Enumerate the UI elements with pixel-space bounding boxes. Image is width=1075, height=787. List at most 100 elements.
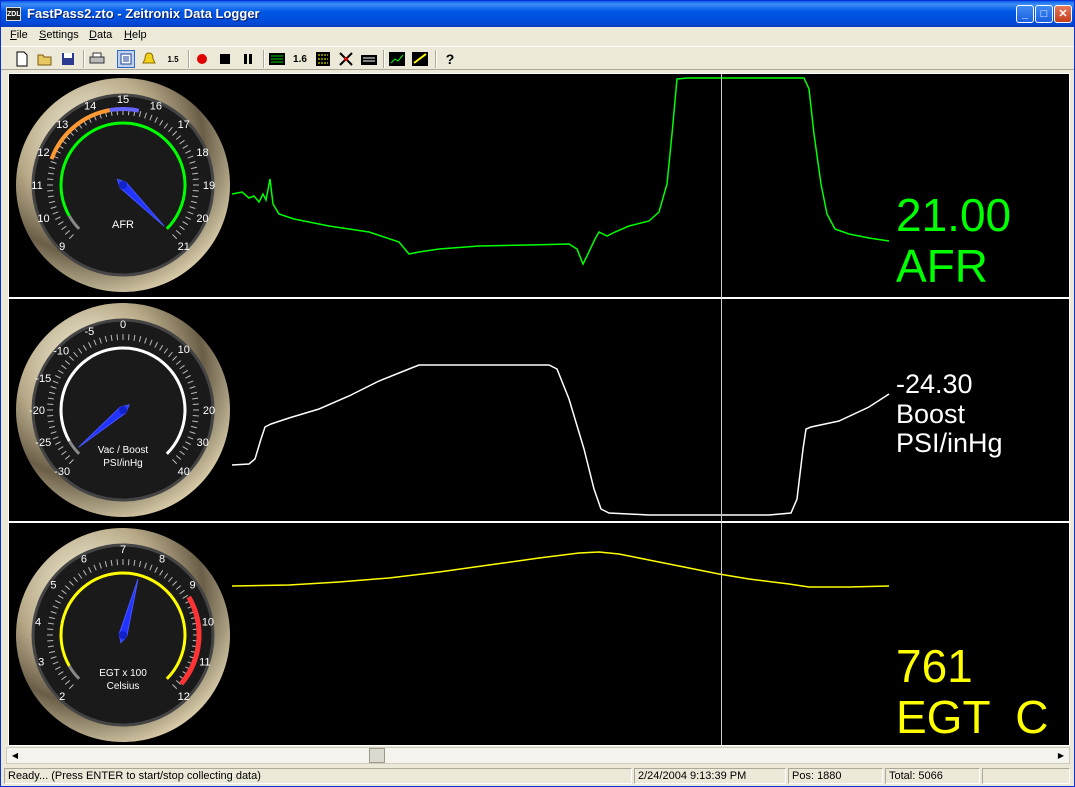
gauge-tick-label: 11 <box>31 180 42 192</box>
gauge-tick-label: 9 <box>59 241 65 253</box>
position-cursor-line[interactable] <box>721 74 722 745</box>
gauge-hub <box>119 631 127 639</box>
digits-icon: 1.6 <box>293 53 307 65</box>
new-file-icon <box>16 51 28 67</box>
gauge-tick-label: 40 <box>178 466 190 478</box>
left-arrow-icon: ◀ <box>11 751 19 760</box>
window-title: FastPass2.zto - Zeitronix Data Logger <box>27 6 260 21</box>
chart-button[interactable] <box>388 50 406 68</box>
gauge-tick-label: 12 <box>37 147 49 159</box>
bars-icon <box>269 53 285 65</box>
app-icon[interactable]: ZDL <box>6 7 21 21</box>
afr-readout: 21.00 AFR <box>896 190 1011 291</box>
gauge-tick-label: 18 <box>196 147 208 159</box>
egt-unit: EGT C <box>896 690 1049 743</box>
scroll-right-button[interactable]: ▶ <box>1053 748 1069 763</box>
boost-gauge: -30 -25 -20 -15 -10 -5 0 10 20 30 40 Vac / Boost P… <box>16 303 230 517</box>
afr-gauge: 9 10 11 12 13 14 15 16 17 18 19 20 21 AFR <box>16 78 230 292</box>
boost-gauge-unit: PSI/inHg <box>103 458 142 469</box>
status-bar: Ready... (Press ENTER to start/stop coll… <box>1 766 1074 786</box>
menu-help[interactable]: Help <box>124 29 147 41</box>
menu-bar: File Settings Data Help <box>1 27 1074 45</box>
boost-value: -24.30 <box>896 369 973 399</box>
toolbar-separator <box>83 50 85 68</box>
pause-icon <box>244 54 252 64</box>
minimize-button[interactable]: _ <box>1016 5 1034 23</box>
print-icon <box>89 52 105 64</box>
horizontal-scrollbar[interactable]: ◀ ▶ <box>6 747 1070 764</box>
print-button[interactable] <box>88 50 106 68</box>
right-arrow-icon: ▶ <box>1057 751 1065 760</box>
view-list-button[interactable] <box>117 50 135 68</box>
help-icon: ? <box>445 51 455 67</box>
gauge-hub <box>119 406 127 414</box>
status-message: Ready... (Press ENTER to start/stop coll… <box>4 768 632 784</box>
gauge-tick-label: 20 <box>203 405 215 417</box>
gauge-tick-label: -20 <box>29 405 45 417</box>
close-button[interactable]: ✕ <box>1054 5 1072 23</box>
open-button[interactable] <box>36 50 54 68</box>
boost-panel: -30 -25 -20 -15 -10 -5 0 10 20 30 40 Vac / Boost P… <box>9 299 1069 521</box>
boost-readout: -24.30 Boost PSI/inHg <box>896 369 1003 459</box>
scale-button[interactable]: 1.5 <box>162 50 184 68</box>
list-view-button[interactable] <box>314 50 332 68</box>
scale-icon: 1.5 <box>167 54 179 64</box>
help-button[interactable]: ? <box>441 50 459 68</box>
title-bar[interactable]: ZDL FastPass2.zto - Zeitronix Data Logge… <box>1 1 1074 27</box>
range-icon <box>361 55 377 65</box>
gauge-tick-label: 2 <box>59 691 65 703</box>
range-button[interactable] <box>360 50 378 68</box>
pause-button[interactable] <box>239 50 257 68</box>
afr-trace-line <box>231 77 890 266</box>
chart-edit-icon <box>412 52 428 66</box>
data-display-area[interactable]: 9 10 11 12 13 14 15 16 17 18 19 20 21 AFR 21.00 AFR … <box>8 73 1070 746</box>
gauge-tick-label: 8 <box>159 553 165 565</box>
egt-value: 761 <box>896 640 973 692</box>
chart-edit-button[interactable] <box>411 50 429 68</box>
new-file-button[interactable] <box>13 50 31 68</box>
open-folder-icon <box>37 54 52 66</box>
digits-button[interactable]: 1.6 <box>291 50 309 68</box>
menu-file[interactable]: File <box>10 29 28 41</box>
gauge-tick-label: 5 <box>50 579 56 591</box>
scroll-left-button[interactable]: ◀ <box>7 748 23 763</box>
gauge-tick-label: 10 <box>37 213 49 225</box>
gauge-tick-label: -5 <box>85 326 95 338</box>
gauge-tick-label: 16 <box>150 101 162 113</box>
status-total: Total: 5066 <box>885 768 980 784</box>
save-button[interactable] <box>59 50 77 68</box>
grid-icon <box>339 52 353 66</box>
gauge-tick-label: -10 <box>53 345 69 357</box>
gauge-tick-label: 0 <box>120 319 126 331</box>
gauge-tick-label: 4 <box>35 617 41 629</box>
boost-unit2: PSI/inHg <box>896 428 1003 459</box>
gauge-tick-label: 15 <box>117 94 129 106</box>
grid-view-button[interactable] <box>337 50 355 68</box>
boost-trace-line <box>231 364 890 516</box>
application-window: ZDL FastPass2.zto - Zeitronix Data Logge… <box>0 0 1075 787</box>
gauge-tick-label: 10 <box>202 617 214 629</box>
scroll-thumb[interactable] <box>369 748 385 763</box>
toolbar-separator <box>263 50 265 68</box>
gauge-tick-label: 17 <box>178 119 190 131</box>
toolbar-separator <box>435 50 437 68</box>
egt-trace-line <box>231 551 890 588</box>
gauge-tick-label: 13 <box>56 119 68 131</box>
save-icon <box>62 53 74 65</box>
minimize-icon: _ <box>1021 8 1029 20</box>
egt-gauge: 2 3 4 5 6 7 8 9 10 11 12 EGT x 100 Celsius <box>16 528 230 742</box>
stop-button[interactable] <box>216 50 234 68</box>
gauge-tick-label: 7 <box>120 544 126 556</box>
record-button[interactable] <box>193 50 211 68</box>
alarm-button[interactable] <box>140 50 158 68</box>
maximize-icon: □ <box>1040 8 1048 20</box>
gauge-tick-label: 6 <box>81 553 87 565</box>
bar-view-button[interactable] <box>268 50 286 68</box>
gauge-tick-label: -30 <box>54 466 70 478</box>
toolbar-separator <box>383 50 385 68</box>
gauge-tick-label: 30 <box>197 437 209 449</box>
gauge-tick-label: 11 <box>199 657 210 669</box>
menu-settings[interactable]: Settings <box>39 29 79 41</box>
maximize-button[interactable]: □ <box>1035 5 1053 23</box>
menu-data[interactable]: Data <box>89 29 112 41</box>
